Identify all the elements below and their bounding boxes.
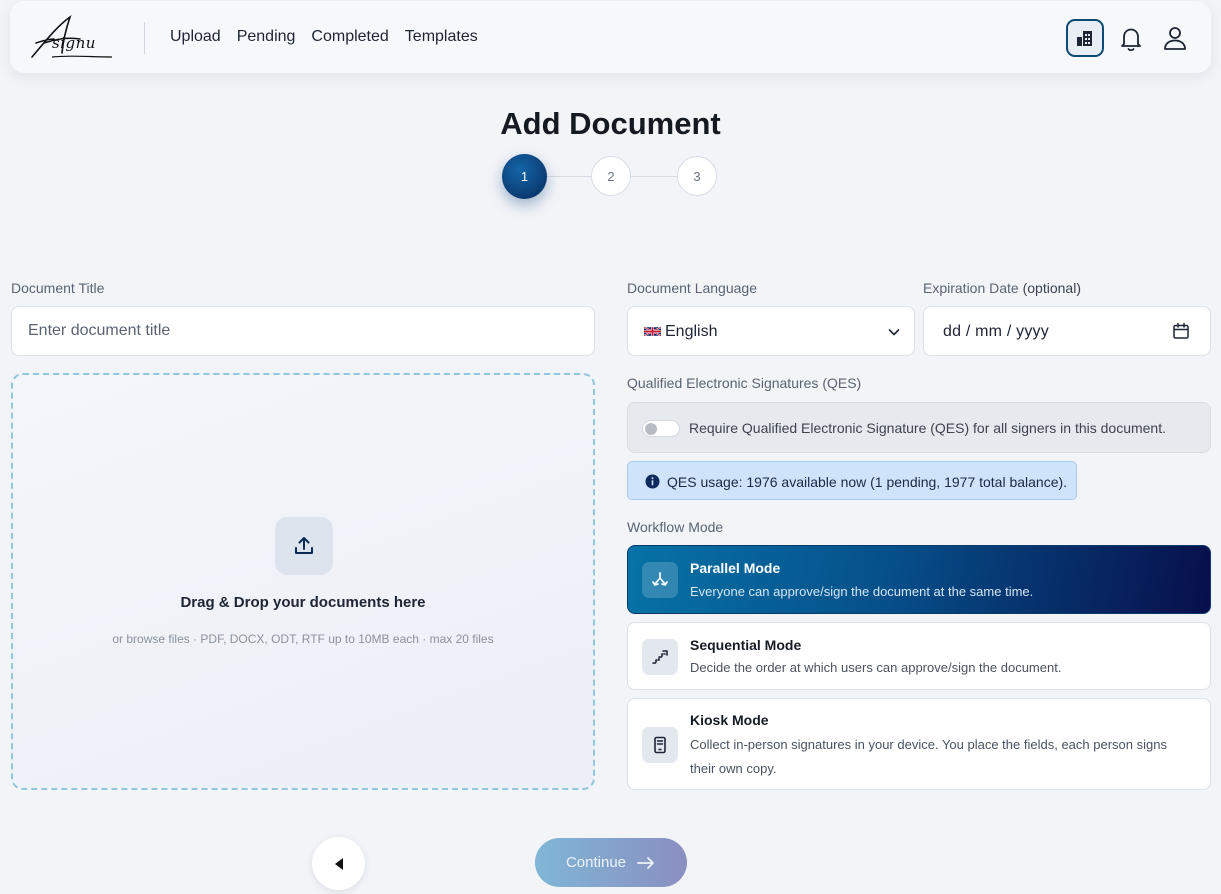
mode-card-parallel[interactable]: Parallel Mode Everyone can approve/sign … bbox=[627, 545, 1211, 614]
main-nav: Upload Pending Completed Templates bbox=[170, 28, 478, 46]
qes-usage-info: QES usage: 1976 available now (1 pending… bbox=[627, 461, 1077, 500]
language-value: English bbox=[665, 323, 718, 340]
qes-usage-text: QES usage: 1976 available now (1 pending… bbox=[667, 474, 1068, 490]
upload-icon bbox=[295, 537, 313, 554]
expiration-label: Expiration Date (optional) bbox=[923, 280, 1081, 296]
nav-pending[interactable]: Pending bbox=[237, 28, 296, 46]
expiration-label-text: Expiration Date bbox=[923, 280, 1019, 296]
step-1[interactable]: 1 bbox=[502, 154, 547, 199]
qes-toggle-text: Require Qualified Electronic Signature (… bbox=[689, 420, 1166, 436]
company-button[interactable] bbox=[1066, 19, 1104, 57]
top-navbar: signu Upload Pending Completed Templates bbox=[10, 1, 1211, 73]
page-title: Add Document bbox=[500, 106, 721, 141]
step-3[interactable]: 3 bbox=[677, 156, 717, 196]
chevron-down-icon bbox=[888, 329, 900, 336]
mode-card-kiosk[interactable]: Kiosk Mode Collect in-person signatures … bbox=[627, 698, 1211, 790]
expiration-date-placeholder: dd / mm / yyyy bbox=[943, 323, 1049, 340]
continue-button[interactable]: Continue bbox=[535, 838, 687, 887]
mode-icon-box bbox=[642, 727, 678, 763]
calendar-icon[interactable] bbox=[1172, 322, 1190, 340]
qes-section-label: Qualified Electronic Signatures (QES) bbox=[627, 375, 862, 391]
mode-description: Everyone can approve/sign the document a… bbox=[690, 584, 1034, 599]
language-select[interactable]: English bbox=[627, 306, 915, 356]
uk-flag-icon bbox=[644, 326, 661, 337]
document-title-input[interactable] bbox=[11, 306, 595, 356]
dropzone-subtitle: or browse files · PDF, DOCX, ODT, RTF up… bbox=[112, 632, 494, 646]
expiration-date-input[interactable]: dd / mm / yyyy bbox=[923, 306, 1211, 356]
continue-label: Continue bbox=[565, 854, 627, 871]
stepper: 1 2 3 bbox=[502, 154, 718, 199]
qes-toggle-knob bbox=[645, 423, 657, 435]
step-2[interactable]: 2 bbox=[591, 156, 631, 196]
triangle-left-icon bbox=[334, 857, 343, 870]
back-button[interactable] bbox=[312, 837, 365, 890]
dropzone-title: Drag & Drop your documents here bbox=[180, 594, 426, 611]
notifications-button[interactable] bbox=[1118, 25, 1144, 53]
qes-toggle[interactable] bbox=[642, 420, 680, 437]
arrow-right-icon bbox=[637, 856, 654, 869]
mode-description: Decide the order at which users can appr… bbox=[690, 660, 1062, 675]
nav-templates[interactable]: Templates bbox=[405, 28, 478, 46]
upload-button[interactable] bbox=[275, 517, 333, 575]
mode-description: Collect in-person signatures in your dev… bbox=[690, 737, 1167, 776]
info-icon bbox=[645, 474, 660, 489]
workflow-mode-label: Workflow Mode bbox=[627, 519, 724, 535]
steps-icon bbox=[652, 650, 668, 664]
file-dropzone[interactable]: Drag & Drop your documents here or brows… bbox=[11, 373, 595, 790]
qes-toggle-row: Require Qualified Electronic Signature (… bbox=[627, 402, 1211, 453]
mode-card-sequential[interactable]: Sequential Mode Decide the order at whic… bbox=[627, 622, 1211, 690]
mode-title: Sequential Mode bbox=[690, 637, 802, 653]
nav-completed[interactable]: Completed bbox=[311, 28, 388, 46]
mode-title: Kiosk Mode bbox=[690, 712, 769, 728]
parallel-icon bbox=[652, 572, 668, 586]
profile-button[interactable] bbox=[1162, 24, 1188, 52]
header-divider bbox=[144, 22, 145, 54]
step-connector bbox=[547, 176, 591, 177]
language-label: Document Language bbox=[627, 280, 757, 296]
mode-icon-box bbox=[642, 639, 678, 675]
document-title-label: Document Title bbox=[11, 280, 105, 296]
expiration-optional-text: (optional) bbox=[1022, 280, 1081, 296]
bell-icon bbox=[1121, 28, 1141, 52]
tablet-icon bbox=[654, 736, 666, 754]
mode-icon-box bbox=[642, 562, 678, 598]
nav-upload[interactable]: Upload bbox=[170, 28, 221, 46]
step-connector bbox=[631, 176, 677, 177]
building-icon bbox=[1077, 31, 1092, 46]
user-icon bbox=[1164, 27, 1186, 50]
logo-text: signu bbox=[52, 34, 96, 52]
mode-title: Parallel Mode bbox=[690, 560, 781, 576]
